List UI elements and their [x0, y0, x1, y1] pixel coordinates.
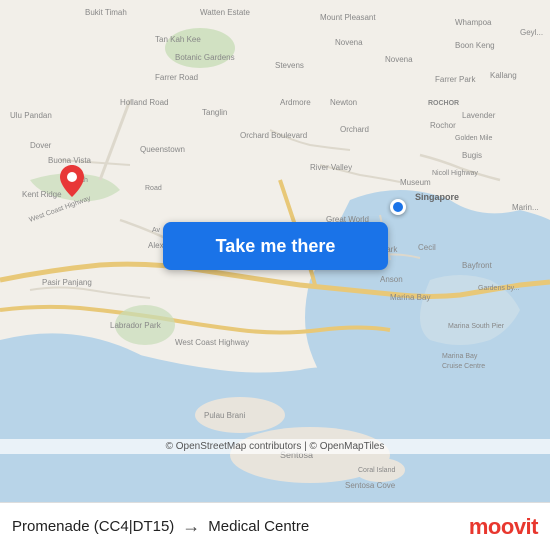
svg-text:Buona Vista: Buona Vista [48, 156, 92, 165]
destination-label: Medical Centre [208, 518, 309, 535]
svg-text:Novena: Novena [385, 55, 413, 64]
svg-text:Boon Keng: Boon Keng [455, 41, 495, 50]
svg-text:Golden Mile: Golden Mile [455, 135, 492, 142]
svg-text:Pulau Brani: Pulau Brani [204, 411, 246, 420]
svg-text:Nicoll Highway: Nicoll Highway [432, 170, 478, 177]
svg-text:Orchard Boulevard: Orchard Boulevard [240, 131, 307, 140]
app: Bukit Timah Watten Estate Mount Pleasant… [0, 0, 550, 550]
route-info: Promenade (CC4|DT15) → Medical Centre [12, 516, 309, 537]
svg-text:West Coast Highway: West Coast Highway [175, 338, 249, 347]
svg-text:Bugis: Bugis [462, 151, 482, 160]
map-attribution: © OpenStreetMap contributors | © OpenMap… [0, 439, 550, 454]
svg-text:Orchard: Orchard [340, 125, 369, 134]
svg-text:Marina Bay: Marina Bay [390, 293, 430, 302]
svg-text:Farrer Park: Farrer Park [435, 75, 476, 84]
moovit-logo: moovit [469, 514, 538, 540]
svg-text:Bayfront: Bayfront [462, 261, 493, 270]
svg-text:Botanic Gardens: Botanic Gardens [175, 53, 235, 62]
svg-text:Dover: Dover [30, 141, 52, 150]
svg-text:Tan Kah Kee: Tan Kah Kee [155, 35, 201, 44]
svg-text:Road: Road [145, 185, 162, 192]
svg-text:Marin...: Marin... [512, 203, 539, 212]
footer-bar: Promenade (CC4|DT15) → Medical Centre mo… [0, 502, 550, 550]
svg-text:River Valley: River Valley [310, 163, 352, 172]
svg-text:Kent Ridge: Kent Ridge [22, 190, 62, 199]
svg-text:Queenstown: Queenstown [140, 145, 185, 154]
svg-text:Labrador Park: Labrador Park [110, 321, 162, 330]
take-me-there-button[interactable]: Take me there [163, 222, 388, 270]
svg-text:Stevens: Stevens [275, 61, 304, 70]
svg-text:Holland Road: Holland Road [120, 98, 168, 107]
origin-pin [60, 165, 84, 202]
svg-text:Farrer Road: Farrer Road [155, 73, 198, 82]
origin-label: Promenade (CC4|DT15) [12, 518, 174, 535]
svg-text:Sentosa Cove: Sentosa Cove [345, 481, 396, 490]
svg-text:Cecil: Cecil [418, 243, 436, 252]
svg-text:Novena: Novena [335, 38, 363, 47]
svg-text:Mount Pleasant: Mount Pleasant [320, 13, 376, 22]
svg-text:Singapore: Singapore [415, 192, 459, 202]
map-container: Bukit Timah Watten Estate Mount Pleasant… [0, 0, 550, 502]
svg-text:Tanglin: Tanglin [202, 108, 227, 117]
svg-text:Geyl...: Geyl... [520, 28, 543, 37]
destination-dot [390, 199, 406, 215]
svg-text:Ardmore: Ardmore [280, 98, 311, 107]
svg-text:Lavender: Lavender [462, 111, 496, 120]
svg-text:Bukit Timah: Bukit Timah [85, 8, 127, 17]
svg-text:Pasir Panjang: Pasir Panjang [42, 278, 92, 287]
svg-text:Kallang: Kallang [490, 71, 517, 80]
arrow-icon: → [182, 516, 200, 537]
svg-text:Gardens by...: Gardens by... [478, 285, 520, 292]
svg-text:Museum: Museum [400, 178, 431, 187]
svg-text:Whampoa: Whampoa [455, 18, 492, 27]
svg-text:Anson: Anson [380, 275, 403, 284]
moovit-brand-text: moovit [469, 514, 538, 540]
svg-text:Ulu Pandan: Ulu Pandan [10, 111, 52, 120]
svg-text:Rochor: Rochor [430, 121, 456, 130]
svg-text:Av: Av [152, 227, 161, 234]
svg-text:Marina Bay: Marina Bay [442, 353, 478, 360]
svg-text:Watten Estate: Watten Estate [200, 8, 251, 17]
svg-text:Cruise Centre: Cruise Centre [442, 363, 485, 370]
svg-text:Newton: Newton [330, 98, 357, 107]
svg-text:Coral Island: Coral Island [358, 467, 395, 474]
svg-text:Marina South Pier: Marina South Pier [448, 323, 505, 330]
svg-text:ROCHOR: ROCHOR [428, 100, 459, 107]
